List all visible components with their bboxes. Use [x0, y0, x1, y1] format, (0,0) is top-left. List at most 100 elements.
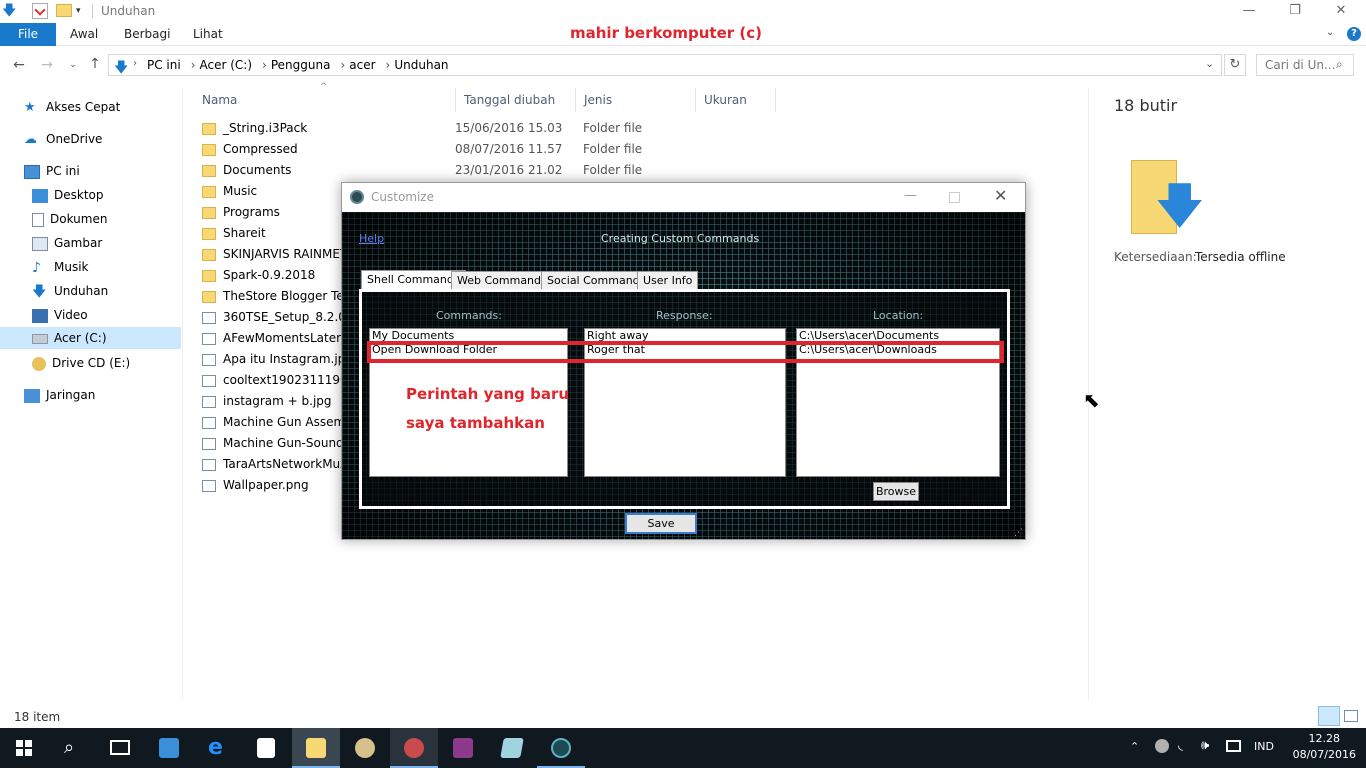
- table-row[interactable]: Documents 23/01/2016 21.02 Folder file: [202, 160, 682, 181]
- column-header-name[interactable]: Nama: [194, 88, 456, 112]
- search-icon[interactable]: ⌕: [1336, 57, 1343, 72]
- search-taskbar-button[interactable]: ⌕: [48, 728, 96, 768]
- browse-button[interactable]: Browse: [873, 482, 919, 501]
- dialog-heading: Creating Custom Commands: [601, 232, 760, 245]
- clock[interactable]: 12.28 08/07/2016: [1293, 731, 1356, 763]
- dialog-title: Customize: [371, 190, 434, 204]
- sidebar-item-this-pc[interactable]: PC ini: [24, 160, 80, 182]
- close-button[interactable]: ✕: [1318, 0, 1364, 23]
- crumb-drive[interactable]: Acer (C:): [200, 58, 253, 72]
- volume-icon[interactable]: 🕪: [1201, 738, 1209, 753]
- task-view-button[interactable]: [96, 728, 144, 768]
- control-panel-icon: [159, 738, 179, 758]
- tab-file[interactable]: File: [0, 23, 56, 46]
- tab-social-commands[interactable]: Social Commands: [541, 271, 652, 290]
- properties-icon[interactable]: [32, 3, 48, 19]
- windows-logo-icon: [16, 740, 32, 756]
- new-folder-icon[interactable]: [56, 4, 72, 17]
- table-row[interactable]: _String.i3Pack 15/06/2016 15.03 Folder fil…: [202, 118, 682, 139]
- sidebar-item-pictures[interactable]: Gambar: [32, 232, 102, 254]
- sidebar-item-desktop[interactable]: Desktop: [32, 184, 104, 206]
- up-arrow-icon[interactable]: ↑: [86, 55, 104, 73]
- dialog-maximize-button[interactable]: [949, 192, 960, 203]
- column-header-size[interactable]: Ukuran: [696, 88, 776, 112]
- taskbar-app-snipping[interactable]: [390, 728, 438, 768]
- file-date: 23/01/2016 21.02: [455, 163, 563, 177]
- taskbar-app-edge[interactable]: e: [194, 728, 242, 768]
- details-view-icon[interactable]: [1318, 706, 1340, 726]
- help-link[interactable]: Help: [359, 232, 384, 245]
- tab-view[interactable]: Lihat: [193, 23, 223, 46]
- minimize-button[interactable]: —: [1226, 0, 1272, 23]
- file-icon: [202, 395, 216, 408]
- sidebar-item-quick-access[interactable]: ★ Akses Cepat: [24, 96, 120, 118]
- refresh-icon[interactable]: ↻: [1224, 54, 1246, 76]
- column-header-type[interactable]: Jenis: [576, 88, 696, 112]
- expand-ribbon-icon[interactable]: ⌄: [1326, 27, 1334, 38]
- folder-icon: [202, 122, 216, 135]
- item-count: 18 butir: [1114, 96, 1178, 115]
- taskbar-app-control-panel[interactable]: [145, 728, 193, 768]
- sidebar-item-label: Akses Cepat: [46, 100, 121, 114]
- customize-toolbar-icon[interactable]: ▾: [76, 3, 92, 19]
- sidebar-item-documents[interactable]: Dokumen: [32, 208, 107, 230]
- sidebar-item-acer-drive[interactable]: Acer (C:): [0, 327, 181, 349]
- resize-grip-icon[interactable]: ⋰: [1014, 528, 1023, 538]
- taskbar-app-store[interactable]: [243, 728, 291, 768]
- file-icon: [202, 374, 216, 387]
- start-button[interactable]: [0, 728, 48, 768]
- sidebar-item-onedrive[interactable]: ☁ OneDrive: [24, 128, 102, 150]
- taskbar-app-jarvis[interactable]: [537, 728, 585, 768]
- address-bar[interactable]: 🡇 › PC ini › Acer (C:) › Pengguna › acer › Unduh…: [108, 54, 1222, 76]
- crumb-downloads[interactable]: Unduhan: [394, 58, 448, 72]
- download-icon[interactable]: 🡇: [2, 3, 18, 19]
- sidebar-item-network[interactable]: Jaringan: [24, 384, 95, 406]
- language-indicator[interactable]: IND: [1254, 740, 1274, 753]
- notifications-icon[interactable]: [1226, 740, 1241, 752]
- column-header-date[interactable]: Tanggal diubah: [456, 88, 576, 112]
- recent-locations-icon[interactable]: ⌄: [64, 56, 82, 74]
- sidebar-item-cd-drive[interactable]: Drive CD (E:): [32, 352, 130, 374]
- response-caption: Response:: [656, 309, 713, 322]
- sidebar-item-music[interactable]: ♪ Musik: [32, 256, 89, 278]
- table-row[interactable]: Compressed 08/07/2016 11.57 Folder file: [202, 139, 682, 160]
- availability-value: Tersedia offline: [1195, 250, 1286, 264]
- crumb-pc[interactable]: PC ini: [147, 58, 181, 72]
- taskbar-app-file-explorer[interactable]: [292, 728, 340, 768]
- taskbar-app-winrar[interactable]: [439, 728, 487, 768]
- save-button[interactable]: Save: [625, 513, 697, 534]
- crumb-acer[interactable]: acer: [349, 58, 375, 72]
- tab-shell-commands[interactable]: Shell Commands: [361, 270, 466, 290]
- show-hidden-icons-icon[interactable]: ⌃: [1130, 740, 1139, 753]
- large-icons-view-icon[interactable]: [1344, 710, 1358, 722]
- folder-icon: [202, 227, 216, 240]
- dialog-minimize-button[interactable]: —: [904, 188, 917, 203]
- tray-app-icon[interactable]: [1155, 739, 1169, 753]
- file-date: 08/07/2016 11.57: [455, 142, 563, 156]
- sidebar-item-downloads[interactable]: 🡇 Unduhan: [32, 280, 108, 302]
- address-dropdown-icon[interactable]: ⌄: [1205, 57, 1214, 70]
- file-name: instagram + b.jpg: [223, 394, 332, 408]
- crumb-users[interactable]: Pengguna: [271, 58, 331, 72]
- dialog-close-button[interactable]: ✕: [994, 186, 1007, 205]
- sidebar-item-video[interactable]: Video: [32, 304, 88, 326]
- download-folder-icon: 🡇: [114, 60, 129, 76]
- tab-web-commands[interactable]: Web Commands: [451, 271, 553, 290]
- help-icon[interactable]: ?: [1347, 27, 1361, 41]
- restore-button[interactable]: ❐: [1272, 0, 1318, 23]
- taskbar-app-paint[interactable]: [341, 728, 389, 768]
- back-arrow-icon[interactable]: ←: [10, 56, 28, 74]
- forward-arrow-icon[interactable]: →: [38, 56, 56, 74]
- tab-share[interactable]: Berbagi: [124, 23, 170, 46]
- tab-user-info[interactable]: User Info: [637, 271, 699, 290]
- task-view-icon: [110, 740, 130, 755]
- status-item-count: 18 item: [14, 710, 61, 724]
- folder-icon: [202, 206, 216, 219]
- window-title: Unduhan: [101, 4, 156, 18]
- file-explorer-icon: [306, 738, 326, 758]
- breadcrumb: PC ini › Acer (C:) › Pengguna › acer › Unduhan: [147, 58, 453, 72]
- wifi-icon[interactable]: ◟: [1178, 738, 1183, 753]
- tab-home[interactable]: Awal: [70, 23, 98, 46]
- taskbar-app-notes[interactable]: [488, 728, 536, 768]
- navigation-pane: ★ Akses Cepat ☁ OneDrive PC ini Desktop Do…: [0, 88, 183, 700]
